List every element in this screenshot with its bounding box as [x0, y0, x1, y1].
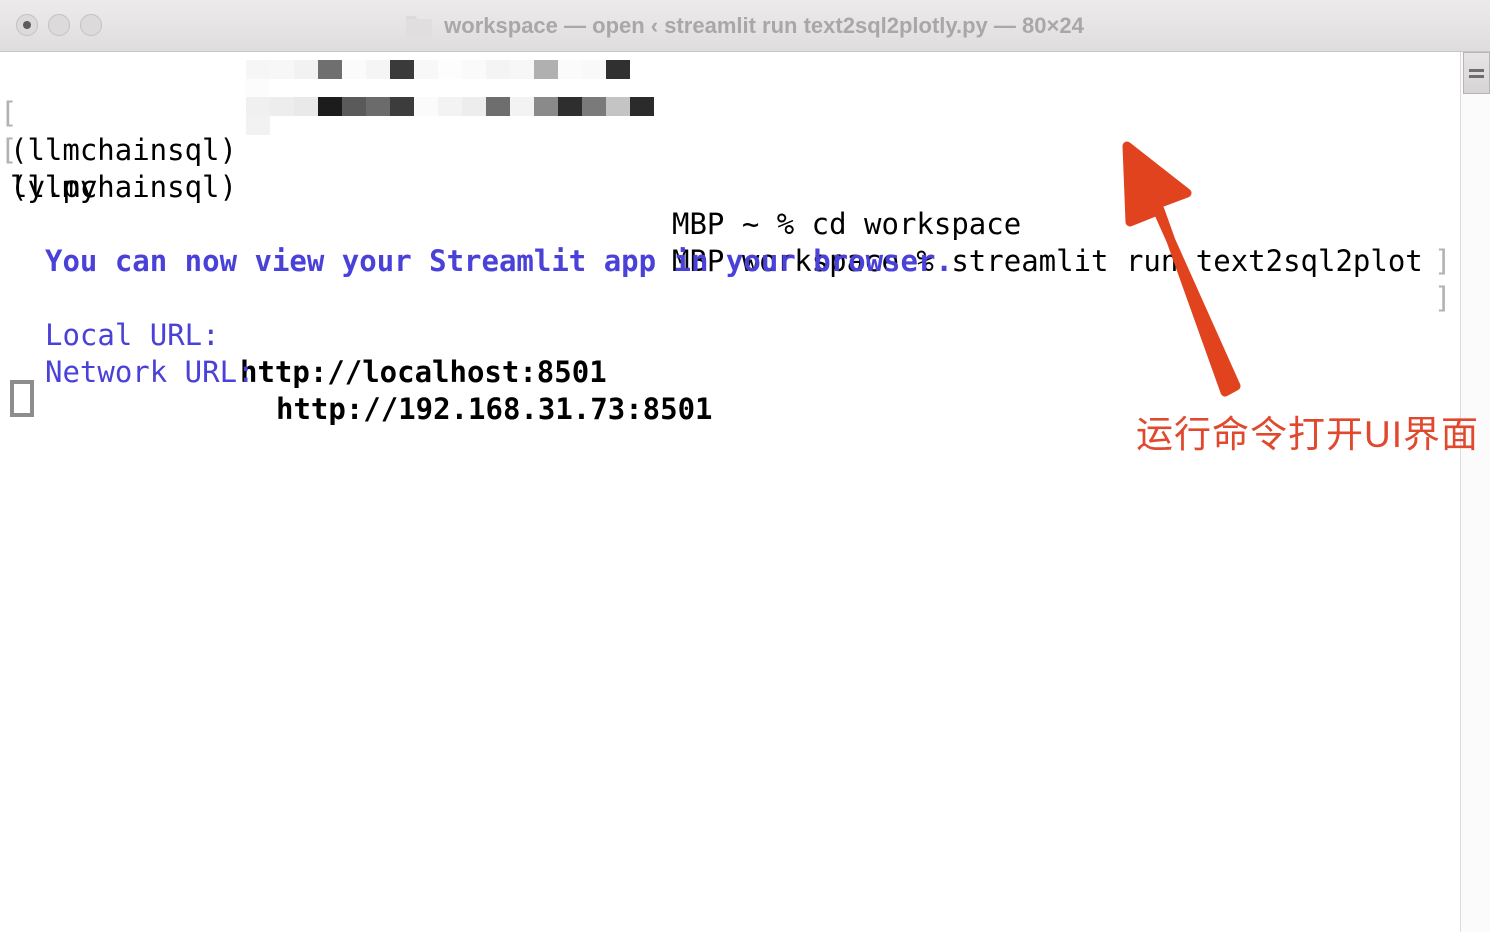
streamlit-banner-text: You can now view your Streamlit app in y… [45, 244, 953, 278]
titlebar-center: workspace — open ‹ streamlit run text2sq… [0, 0, 1490, 52]
wrap-marker-right: ] [1434, 244, 1452, 278]
close-button[interactable] [16, 14, 38, 36]
terminal-line: ly.py [0, 132, 1460, 204]
window-titlebar[interactable]: workspace — open ‹ streamlit run text2sq… [0, 0, 1490, 52]
terminal-content[interactable]: [ (llmchainsql) MBP ~ % cd workspace ] [… [0, 52, 1490, 932]
terminal-command-continuation: ly.py [10, 170, 98, 204]
terminal-window: workspace — open ‹ streamlit run text2sq… [0, 0, 1490, 932]
window-controls [16, 14, 102, 36]
redacted-hostname-blur [246, 97, 666, 135]
folder-icon [406, 15, 433, 37]
terminal-line: Local URL: http://localhost:8501 [0, 280, 1460, 389]
terminal-line: [ (llmchainsql) MBP ~ % cd workspace ] [0, 58, 1460, 278]
scrollbar-thumb[interactable] [1463, 52, 1490, 94]
window-title: workspace — open ‹ streamlit run text2sq… [444, 13, 1084, 38]
network-url-label: Network URL: [45, 355, 272, 389]
terminal-cursor [10, 380, 34, 417]
network-url-value[interactable]: http://192.168.31.73:8501 [276, 391, 713, 428]
terminal-line: You can now view your Streamlit app in y… [0, 206, 1460, 278]
zoom-button[interactable] [80, 14, 102, 36]
terminal-scrollbar[interactable] [1460, 52, 1490, 932]
local-url-value[interactable]: http://localhost:8501 [240, 354, 607, 391]
terminal-line: Network URL: http://192.168.31.73:8501 [0, 317, 1460, 426]
terminal-line: [ (llmchainsql) MBP workspace % streamli… [0, 95, 1460, 315]
terminal-text-buffer: [ (llmchainsql) MBP ~ % cd workspace ] [… [0, 52, 1460, 932]
minimize-button[interactable] [48, 14, 70, 36]
redacted-hostname-blur [246, 60, 646, 98]
